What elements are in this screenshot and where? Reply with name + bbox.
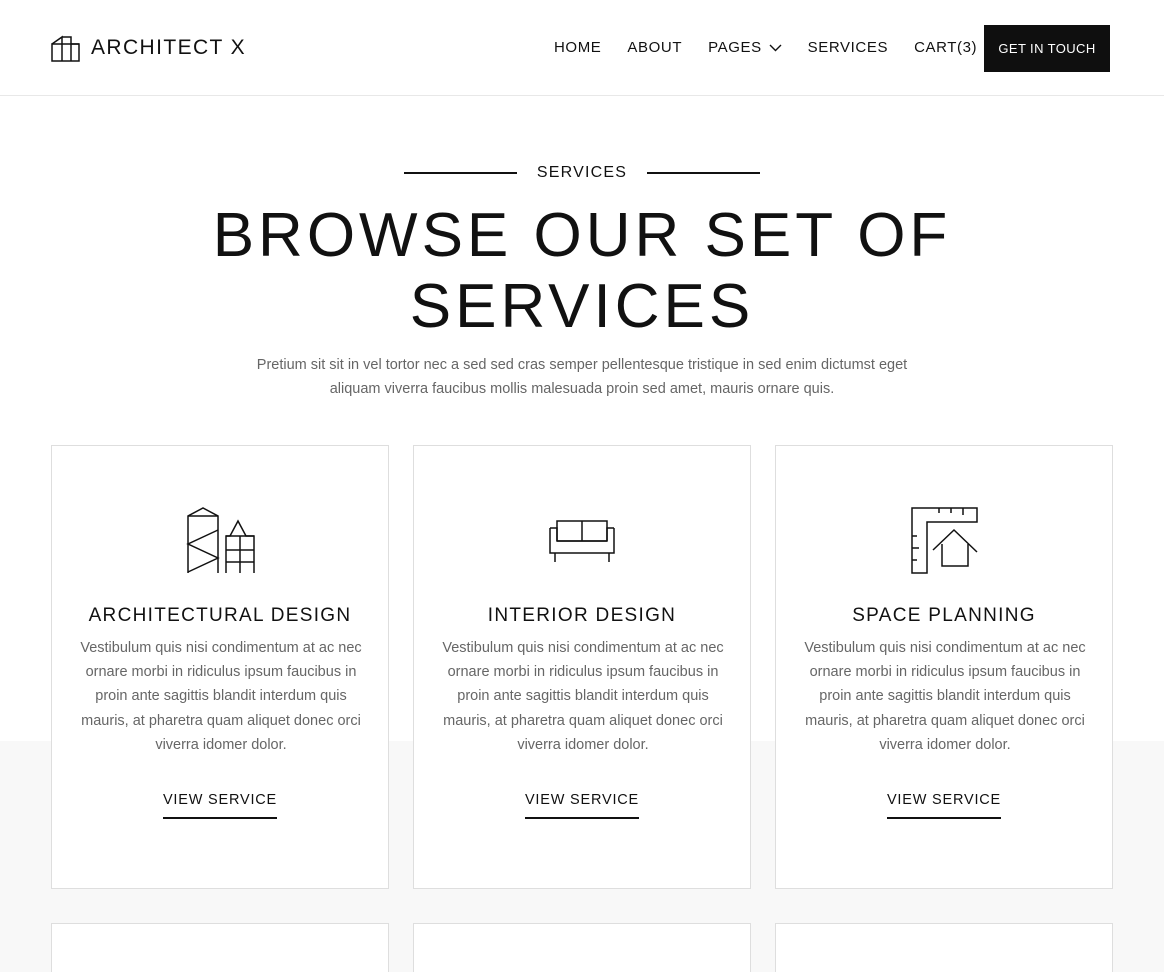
nav-item-about[interactable]: ABOUT bbox=[627, 38, 682, 58]
card-description: Vestibulum quis nisi condimentum at ac n… bbox=[804, 640, 1086, 753]
service-card-architectural-design: ARCHITECTURAL DESIGN Vestibulum quis nis… bbox=[51, 445, 389, 889]
divider-line bbox=[403, 172, 517, 174]
view-service-link[interactable]: VIEW SERVICE bbox=[524, 791, 640, 819]
nav-label: CART(3) bbox=[914, 39, 978, 56]
main-nav: HOME ABOUT PAGES SERVICES CART(3) bbox=[554, 38, 1003, 58]
nav-label: HOME bbox=[554, 39, 602, 56]
eyebrow-label: SERVICES bbox=[536, 164, 628, 181]
section-description: Pretium sit sit in vel tortor nec a sed … bbox=[256, 357, 908, 397]
page-title: BROWSE OUR SET OF SERVICES bbox=[212, 201, 952, 341]
chevron-down-icon bbox=[769, 38, 782, 58]
card-title: SPACE PLANNING bbox=[852, 605, 1036, 626]
section-eyebrow: SERVICES bbox=[0, 163, 1164, 183]
card-title: ARCHITECTURAL DESIGN bbox=[88, 605, 352, 626]
tower-buildings-icon bbox=[52, 506, 388, 574]
site-header: ARCHITECT X HOME ABOUT PAGES SERVICES CA… bbox=[0, 0, 1164, 96]
card-title: INTERIOR DESIGN bbox=[487, 605, 677, 626]
nav-label: ABOUT bbox=[627, 39, 683, 56]
get-in-touch-button[interactable]: GET IN TOUCH bbox=[984, 25, 1110, 72]
service-card bbox=[413, 923, 751, 972]
service-card-space-planning: SPACE PLANNING Vestibulum quis nisi cond… bbox=[775, 445, 1113, 889]
divider-line bbox=[647, 172, 761, 174]
service-card bbox=[775, 923, 1113, 972]
nav-label: PAGES bbox=[708, 39, 762, 56]
building-outline-icon bbox=[51, 35, 81, 62]
service-card-interior-design: INTERIOR DESIGN Vestibulum quis nisi con… bbox=[413, 445, 751, 889]
nav-item-home[interactable]: HOME bbox=[554, 38, 601, 58]
service-card bbox=[51, 923, 389, 972]
floor-plan-house-icon bbox=[776, 506, 1112, 574]
view-service-link[interactable]: VIEW SERVICE bbox=[886, 791, 1002, 819]
brand-name: ARCHITECT X bbox=[91, 36, 247, 59]
card-description: Vestibulum quis nisi condimentum at ac n… bbox=[442, 640, 724, 753]
card-description: Vestibulum quis nisi condimentum at ac n… bbox=[80, 640, 362, 753]
view-service-link[interactable]: VIEW SERVICE bbox=[162, 791, 278, 819]
nav-item-services[interactable]: SERVICES bbox=[808, 38, 888, 58]
nav-item-pages[interactable]: PAGES bbox=[708, 38, 782, 58]
nav-label: SERVICES bbox=[807, 39, 889, 56]
sofa-icon bbox=[414, 506, 750, 574]
brand-logo[interactable]: ARCHITECT X bbox=[51, 34, 246, 62]
nav-item-cart[interactable]: CART(3) bbox=[914, 38, 977, 58]
